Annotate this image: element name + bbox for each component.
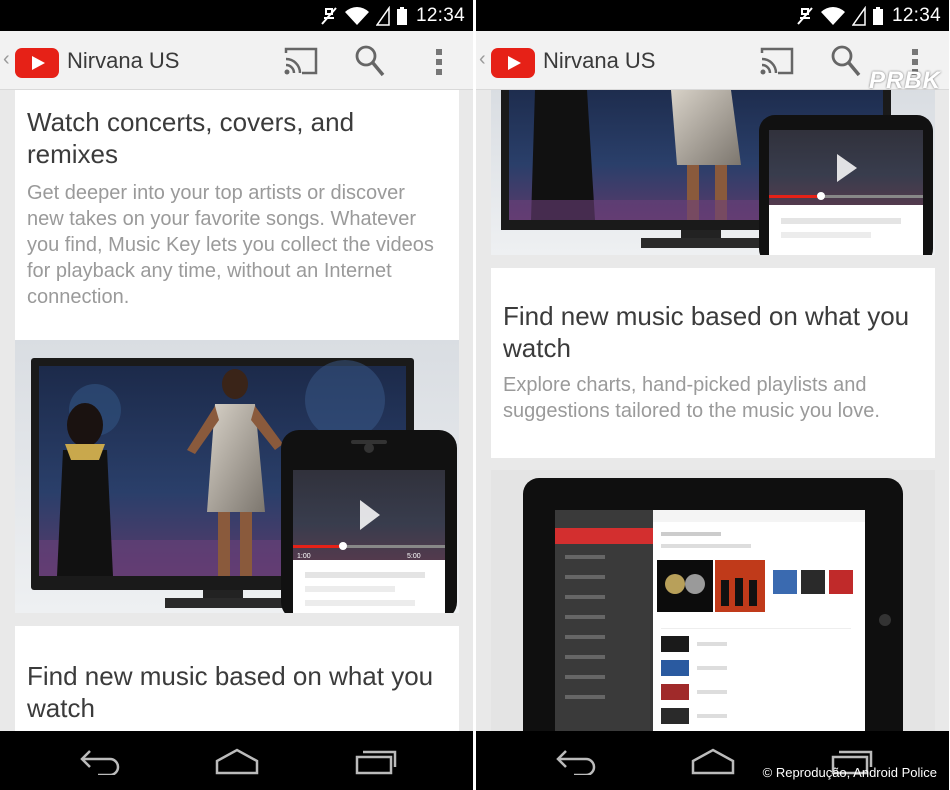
feed[interactable]: Find new music based on what you watch E… xyxy=(476,90,949,731)
back-chevron-icon[interactable]: ‹ xyxy=(479,49,486,69)
feature-card: Find new music based on what you watch E… xyxy=(491,268,935,458)
status-bar: 12:34 xyxy=(476,0,949,31)
feature-card: Find new music based on what you watch xyxy=(15,626,459,731)
channel-title: Nirvana US xyxy=(543,48,656,73)
youtube-logo-icon[interactable] xyxy=(491,48,535,78)
more-vert-icon[interactable] xyxy=(430,45,448,79)
wifi-icon xyxy=(820,7,845,25)
back-chevron-icon[interactable]: ‹ xyxy=(3,49,10,69)
cast-icon[interactable] xyxy=(282,45,320,77)
signal-icon xyxy=(375,6,390,26)
phone-screen-right: 12:34 ‹ Nirvana US PRBK Find new music b… xyxy=(476,0,949,790)
cast-icon[interactable] xyxy=(758,45,796,77)
card-title: Find new music based on what you watch xyxy=(27,661,434,723)
card-body: Get deeper into your top artists or disc… xyxy=(27,182,434,308)
card-title: Watch concerts, covers, and remixes xyxy=(27,107,355,169)
phone-screen-left: 12:34 ‹ Nirvana US Watch concerts, cover… xyxy=(0,0,473,790)
card-body: Explore charts, hand-picked playlists an… xyxy=(503,374,880,422)
tablet-illustration xyxy=(523,478,903,731)
signal-icon xyxy=(851,6,866,26)
concert-promo-image: 1:00 5:00 xyxy=(15,340,459,620)
tablet-promo-image xyxy=(491,470,935,731)
wifi-icon xyxy=(344,7,369,25)
search-icon[interactable] xyxy=(830,44,862,78)
back-icon[interactable] xyxy=(78,747,122,775)
player-time-end: 5:00 xyxy=(407,553,421,560)
tv-phone-illustration: 1:00 5:00 xyxy=(31,358,457,620)
muted-icon xyxy=(797,7,813,25)
home-icon[interactable] xyxy=(690,747,736,775)
player-time-start: 1:00 xyxy=(297,553,311,560)
muted-icon xyxy=(321,7,337,25)
app-bar: ‹ Nirvana US PRBK xyxy=(476,31,949,94)
home-icon[interactable] xyxy=(214,747,260,775)
youtube-logo-icon[interactable] xyxy=(15,48,59,78)
back-icon[interactable] xyxy=(554,747,598,775)
tv-phone-illustration xyxy=(501,90,933,265)
navigation-bar xyxy=(0,731,473,790)
card-title: Find new music based on what you watch xyxy=(503,301,910,363)
app-bar: ‹ Nirvana US xyxy=(0,31,473,90)
channel-title: Nirvana US xyxy=(67,48,180,73)
feed[interactable]: Watch concerts, covers, and remixes Get … xyxy=(0,90,473,731)
search-icon[interactable] xyxy=(354,44,386,78)
status-time: 12:34 xyxy=(891,5,941,26)
status-time: 12:34 xyxy=(415,5,465,26)
photo-credit: © Reprodução, Android Police xyxy=(762,765,937,780)
battery-icon xyxy=(872,7,883,25)
status-bar: 12:34 xyxy=(0,0,473,31)
feature-card: Watch concerts, covers, and remixes Get … xyxy=(15,90,459,340)
concert-promo-image xyxy=(491,90,935,265)
battery-icon xyxy=(396,7,407,25)
navigation-bar: © Reprodução, Android Police xyxy=(476,731,949,790)
recents-icon[interactable] xyxy=(354,747,398,775)
